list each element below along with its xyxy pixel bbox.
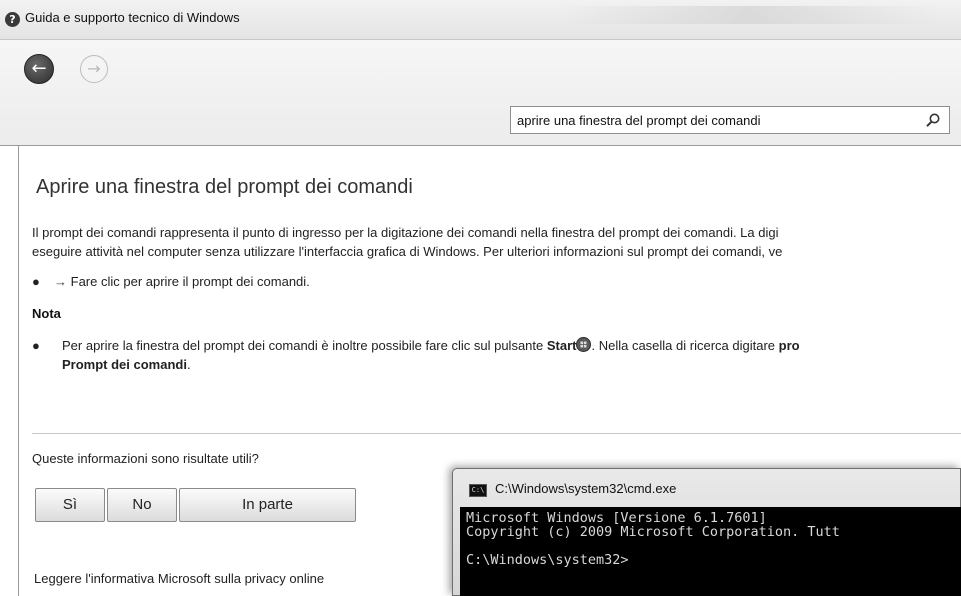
console-line: Microsoft Windows [Versione 6.1.7601] <box>466 510 767 526</box>
help-icon: ? <box>5 12 20 27</box>
divider <box>32 433 961 434</box>
note-bold-text: Prompt dei comandi <box>62 357 187 372</box>
search-input[interactable] <box>511 107 911 133</box>
privacy-link[interactable]: Leggere l'informativa Microsoft sulla pr… <box>34 571 324 586</box>
intro-paragraph: Il prompt dei comandi rappresenta il pun… <box>32 223 961 261</box>
console-line: Copyright (c) 2009 Microsoft Corporation… <box>466 524 840 540</box>
background-window-title <box>560 6 940 24</box>
back-arrow-icon: ← <box>31 58 47 79</box>
note-line-1: Per aprire la finestra del prompt dei co… <box>62 336 800 355</box>
search-icon[interactable] <box>925 112 941 128</box>
note-line-2: Prompt dei comandi. <box>62 355 191 374</box>
start-label: Start <box>546 338 577 353</box>
windows-orb-icon <box>576 337 592 352</box>
back-button[interactable]: ← <box>24 54 54 84</box>
cmd-window[interactable]: C:\ C:\Windows\system32\cmd.exe Microsof… <box>452 468 961 596</box>
feedback-question: Queste informazioni sono risultate utili… <box>32 451 259 466</box>
cmd-title: C:\Windows\system32\cmd.exe <box>495 481 677 496</box>
cmd-icon: C:\ <box>469 484 487 497</box>
window-title: Guida e supporto tecnico di Windows <box>25 10 240 25</box>
bullet-icon: ● <box>32 274 40 289</box>
note-heading: Nota <box>32 306 61 321</box>
intro-line-2: eseguire attività nel computer senza uti… <box>32 244 783 259</box>
forward-button[interactable]: → <box>80 55 108 83</box>
intro-line-1: Il prompt dei comandi rappresenta il pun… <box>32 225 779 240</box>
toolbar: ← → <box>0 40 961 146</box>
search-box[interactable] <box>510 106 950 134</box>
open-prompt-link[interactable]: → Fare clic per aprire il prompt dei com… <box>54 272 310 291</box>
page-title: Aprire una finestra del prompt dei coman… <box>36 176 413 198</box>
forward-arrow-icon: → <box>87 59 101 78</box>
note-text: Per aprire la finestra del prompt dei co… <box>62 338 547 353</box>
cmd-titlebar[interactable]: C:\ C:\Windows\system32\cmd.exe <box>453 469 960 507</box>
arrow-right-icon: → <box>54 274 67 289</box>
open-prompt-link-text: Fare clic per aprire il prompt dei coman… <box>70 274 310 289</box>
no-button[interactable]: No <box>107 488 177 522</box>
partial-button[interactable]: In parte <box>179 488 356 522</box>
yes-button[interactable]: Sì <box>35 488 105 522</box>
console-prompt: C:\Windows\system32> <box>466 552 629 568</box>
window-titlebar[interactable]: ? Guida e supporto tecnico di Windows <box>0 0 961 40</box>
note-bold-text: pro <box>778 338 800 353</box>
console-output[interactable]: Microsoft Windows [Versione 6.1.7601] Cop… <box>460 507 961 596</box>
note-text: . Nella casella di ricerca digitare <box>591 338 779 353</box>
note-text: . <box>186 357 191 372</box>
bullet-icon: ● <box>32 338 40 353</box>
